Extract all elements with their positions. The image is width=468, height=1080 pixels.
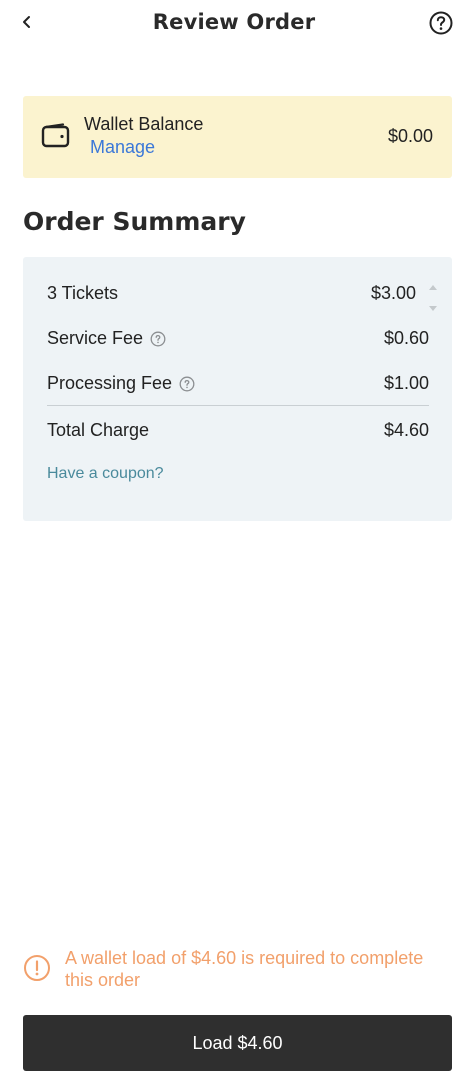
info-circle-icon[interactable] [150,331,166,347]
back-button[interactable] [14,9,40,35]
wallet-icon [41,123,70,148]
line-item-label: 3 Tickets [47,283,119,303]
line-item-label: Processing Fee [47,373,173,393]
total-charge-row: Total Charge $4.60 [47,420,429,444]
chevron-left-icon [23,16,30,28]
line-item-value: $1.00 [383,373,429,393]
header: Review Order [0,0,468,46]
info-circle-icon[interactable] [179,376,195,392]
line-item-service-fee: Service Fee $0.60 [47,328,429,352]
help-circle-icon [429,11,453,35]
help-button[interactable] [428,10,454,36]
wallet-balance-amount: $0.00 [387,126,433,146]
wallet-balance-card: Wallet Balance Manage $0.00 [23,96,452,178]
load-wallet-button[interactable]: Load $4.60 [23,1015,452,1071]
line-item-value: $0.60 [383,328,429,348]
stepper-up-icon [429,285,437,290]
line-item-tickets: 3 Tickets $3.00 [47,283,429,307]
wallet-load-notice: A wallet load of $4.60 is required to co… [23,947,443,993]
stepper-down-icon [429,306,437,311]
manage-wallet-link[interactable]: Manage [90,137,155,158]
wallet-balance-label: Wallet Balance [84,114,204,134]
line-item-label: Service Fee [47,328,144,348]
line-item-processing-fee: Processing Fee $1.00 [47,373,429,397]
line-item-value: $3.00 [370,283,416,303]
total-charge-value: $4.60 [383,420,429,440]
have-coupon-link[interactable]: Have a coupon? [47,465,164,483]
summary-divider [47,405,429,406]
quantity-stepper[interactable] [427,283,439,313]
alert-circle-icon [24,955,50,981]
page-title: Review Order [152,10,316,34]
order-summary-heading: Order Summary [23,207,246,236]
total-charge-label: Total Charge [47,420,150,440]
notice-text: A wallet load of $4.60 is required to co… [65,948,424,990]
review-order-screen: Review Order Wallet Balance Manage $0.00… [0,0,468,1080]
